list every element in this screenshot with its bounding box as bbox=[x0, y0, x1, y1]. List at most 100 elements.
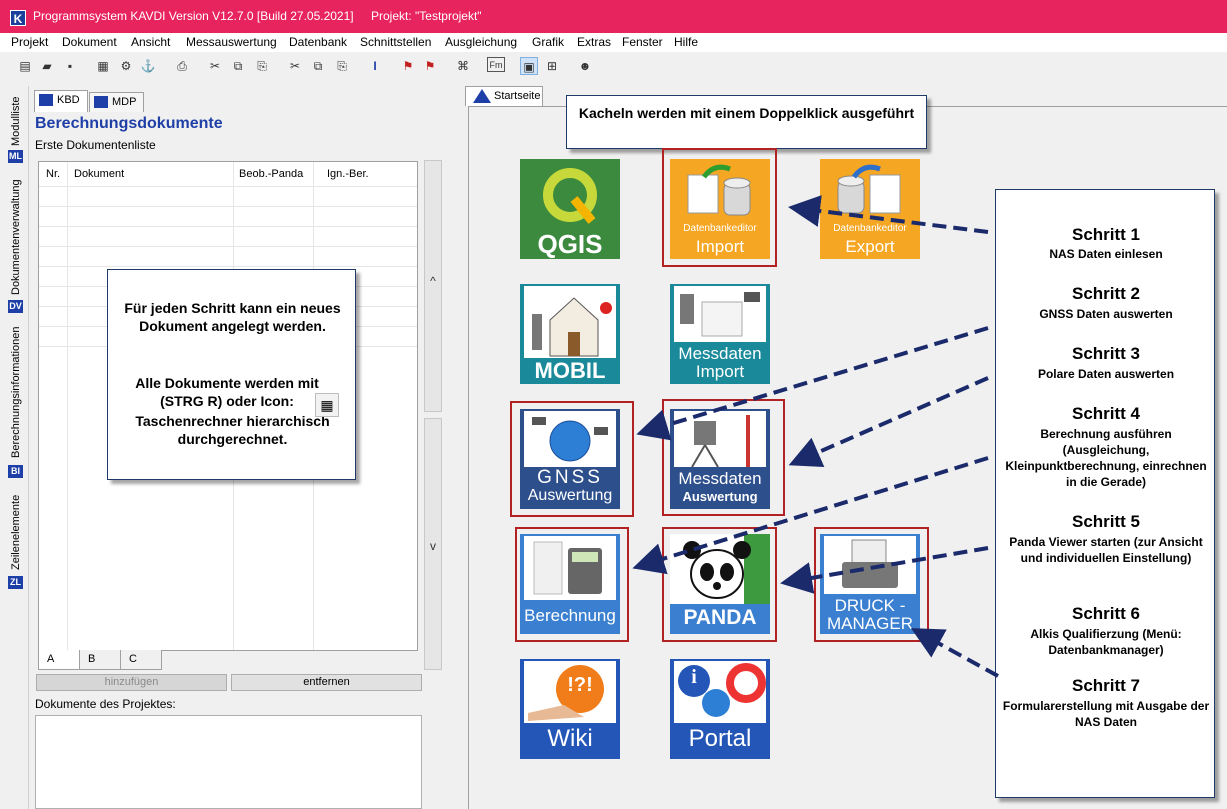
menu-messauswertung[interactable]: Messauswertung bbox=[186, 35, 277, 49]
tile-wiki[interactable]: !?! Wiki bbox=[520, 659, 620, 759]
db-import-icon bbox=[687, 164, 751, 216]
copy2-icon[interactable]: ⧉ bbox=[309, 57, 327, 75]
menu-ausgleichung[interactable]: Ausgleichung bbox=[445, 35, 517, 49]
toolbar: ▤ ▰ ▪ ▦ ⚙ ⚓ ⎙ ✂ ⧉ ⎘ ✂ ⧉ ⎘ I ⚑ ⚑ ⌘ Fm ▣ ⊞… bbox=[0, 53, 1227, 79]
mobil-house-icon bbox=[524, 286, 616, 358]
splitter[interactable] bbox=[452, 86, 458, 809]
open-folder-icon[interactable]: ▰ bbox=[38, 57, 56, 75]
flag-icon[interactable]: ⚑ bbox=[399, 57, 417, 75]
tile-mobil[interactable]: MOBIL bbox=[520, 284, 620, 384]
tool-icon[interactable]: ⚙ bbox=[117, 57, 135, 75]
col-nr[interactable]: Nr. bbox=[46, 168, 60, 180]
menu-grafik[interactable]: Grafik bbox=[532, 35, 564, 49]
tile-panda[interactable]: PANDA bbox=[670, 534, 770, 634]
tile-gnss[interactable]: GNSS Auswertung bbox=[520, 409, 620, 509]
scroll-up-button[interactable]: ^ bbox=[424, 160, 442, 412]
tile-db-export[interactable]: Datenbankeditor Export bbox=[820, 159, 920, 259]
scroll-down-button[interactable]: v bbox=[424, 418, 442, 670]
flag2-icon[interactable]: ⚑ bbox=[421, 57, 439, 75]
menu-fenster[interactable]: Fenster bbox=[622, 35, 663, 49]
tile-portal[interactable]: i Portal bbox=[670, 659, 770, 759]
layout-icon[interactable]: ▣ bbox=[520, 57, 538, 75]
tab-b[interactable]: B bbox=[79, 650, 121, 670]
add-button[interactable]: hinzufügen bbox=[36, 674, 227, 691]
fm-icon[interactable]: Fm bbox=[487, 57, 505, 72]
survey-icon[interactable]: ⚓ bbox=[139, 57, 157, 75]
calculator-icon[interactable]: ▦ bbox=[94, 57, 112, 75]
info-callout: Für jeden Schritt kann ein neues Dokumen… bbox=[107, 269, 356, 480]
calculator-tile-icon bbox=[524, 536, 616, 600]
project-documents-label: Dokumente des Projektes: bbox=[35, 697, 176, 711]
menu-datenbank[interactable]: Datenbank bbox=[289, 35, 347, 49]
text-cursor-icon[interactable]: I bbox=[366, 57, 384, 75]
app-icon: K bbox=[10, 10, 26, 26]
tab-a[interactable]: A bbox=[38, 650, 80, 670]
step-2-title: Schritt 2 bbox=[1071, 284, 1141, 303]
menu-ansicht[interactable]: Ansicht bbox=[131, 35, 170, 49]
qgis-logo-icon bbox=[543, 168, 597, 224]
mdp-icon bbox=[94, 96, 108, 108]
step-5-title: Schritt 5 bbox=[1071, 512, 1141, 531]
menu-projekt[interactable]: Projekt bbox=[11, 35, 48, 49]
panda-icon bbox=[670, 534, 770, 604]
vtab-modulliste[interactable]: Modulliste bbox=[6, 88, 26, 146]
gnss-globe-icon bbox=[524, 411, 616, 467]
menu-bar: Projekt Dokument Ansicht Messauswertung … bbox=[0, 33, 1227, 52]
tab-c[interactable]: C bbox=[120, 650, 162, 670]
paste-icon[interactable]: ⎘ bbox=[253, 57, 271, 75]
step-4-desc: Berechnung ausführen (Ausgleichung, Klei… bbox=[1005, 427, 1207, 489]
vtab-dokumentenverwaltung[interactable]: Dokumentenverwaltung bbox=[6, 170, 26, 295]
menu-dokument[interactable]: Dokument bbox=[62, 35, 117, 49]
help-icon[interactable]: ☻ bbox=[576, 57, 594, 75]
tab-mdp[interactable]: MDP bbox=[89, 92, 144, 112]
panel-title: Berechnungsdokumente bbox=[35, 115, 223, 132]
new-doc-icon[interactable]: ▤ bbox=[16, 57, 34, 75]
tree-icon[interactable]: ⊞ bbox=[543, 57, 561, 75]
step-5-desc: Panda Viewer starten (zur Ansicht und in… bbox=[1009, 535, 1203, 565]
tile-messdaten-import[interactable]: Messdaten Import bbox=[670, 284, 770, 384]
paste2-icon[interactable]: ⎘ bbox=[333, 57, 351, 75]
window-title: Programmsystem KAVDI Version V12.7.0 [Bu… bbox=[33, 9, 354, 23]
step-7-desc: Formularerstellung mit Ausgabe der NAS D… bbox=[1002, 699, 1210, 729]
vtab-berechnungsinformationen[interactable]: Berechnungsinformationen bbox=[6, 325, 26, 458]
print-icon[interactable]: ⎙ bbox=[173, 57, 191, 75]
col-ign-ber[interactable]: Ign.-Ber. bbox=[327, 168, 369, 180]
project-documents-list[interactable] bbox=[35, 715, 422, 809]
tile-db-import[interactable]: Datenbankeditor Import bbox=[670, 159, 770, 259]
vtab-badge-bi: BI bbox=[8, 465, 23, 478]
menu-schnittstellen[interactable]: Schnittstellen bbox=[360, 35, 431, 49]
title-bar: K Programmsystem KAVDI Version V12.7.0 [… bbox=[0, 0, 1227, 33]
step-6-title: Schritt 6 bbox=[1071, 604, 1141, 623]
tile-qgis[interactable]: QGIS bbox=[520, 159, 620, 259]
tab-kbd[interactable]: KBD bbox=[34, 90, 88, 112]
steps-callout: Schritt 1 NAS Daten einlesen Schritt 2 G… bbox=[995, 189, 1215, 798]
step-4-title: Schritt 4 bbox=[1071, 404, 1141, 423]
remove-button[interactable]: entfernen bbox=[231, 674, 422, 691]
menu-extras[interactable]: Extras bbox=[577, 35, 611, 49]
col-dokument[interactable]: Dokument bbox=[74, 168, 124, 180]
info-text-2: Alle Dokumente werden mit (STRG R) oder … bbox=[135, 375, 319, 409]
menu-hilfe[interactable]: Hilfe bbox=[674, 35, 698, 49]
step-3-title: Schritt 3 bbox=[1071, 344, 1141, 363]
tile-druckmanager[interactable]: DRUCK - MANAGER bbox=[820, 534, 920, 634]
panel-subtitle: Erste Dokumentenliste bbox=[35, 138, 156, 152]
info-text-3: Taschenrechner hierarchisch durchgerechn… bbox=[135, 413, 330, 447]
messdaten-import-icon bbox=[674, 286, 766, 342]
tab-startseite[interactable]: Startseite bbox=[465, 86, 543, 106]
kbd-icon bbox=[39, 94, 53, 106]
cut2-icon[interactable]: ✂ bbox=[286, 57, 304, 75]
cut-icon[interactable]: ✂ bbox=[206, 57, 224, 75]
vtab-zeilenelemente[interactable]: Zeilenelemente bbox=[6, 490, 26, 570]
tile-note-callout: Kacheln werden mit einem Doppelklick aus… bbox=[566, 95, 927, 149]
tile-messdaten-auswertung[interactable]: Messdaten Auswertung bbox=[670, 409, 770, 509]
copy-icon[interactable]: ⧉ bbox=[229, 57, 247, 75]
save-icon[interactable]: ▪ bbox=[61, 57, 79, 75]
info-text-1: Für jeden Schritt kann ein neues Dokumen… bbox=[124, 300, 341, 334]
wiki-mark: !?! bbox=[567, 674, 593, 696]
step-3-desc: Polare Daten auswerten bbox=[1037, 367, 1175, 381]
start-triangle-icon bbox=[473, 89, 491, 103]
tile-berechnung[interactable]: Berechnung bbox=[520, 534, 620, 634]
portal-mark: i bbox=[691, 666, 697, 688]
binoculars-icon[interactable]: ⌘ bbox=[454, 57, 472, 75]
col-beob-panda[interactable]: Beob.-Panda bbox=[239, 168, 303, 180]
